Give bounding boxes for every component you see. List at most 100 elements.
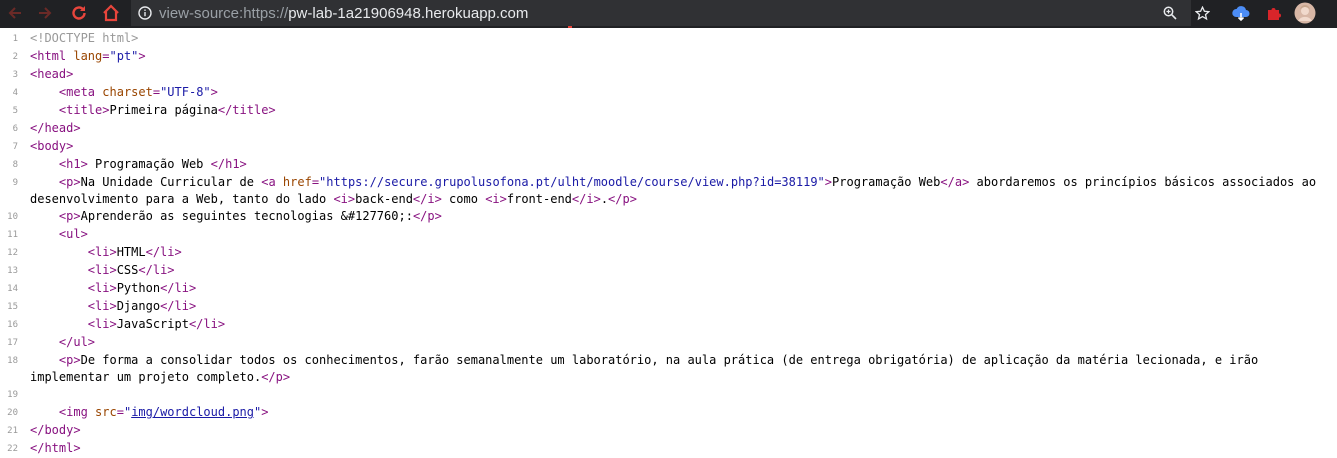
reload-button[interactable] (66, 0, 92, 26)
zoom-icon (1163, 6, 1177, 20)
source-line: 3<head> (0, 66, 1337, 84)
source-line: 11 <ul> (0, 226, 1337, 244)
address-bar[interactable]: view-source:https://pw-lab-1a21906948.he… (131, 0, 1191, 26)
extension-cloud-button[interactable] (1228, 0, 1254, 26)
arrow-right-icon (37, 5, 53, 21)
home-button[interactable] (98, 0, 124, 26)
code-token: Primeira página (109, 103, 217, 117)
profile-avatar-button[interactable] (1292, 0, 1318, 26)
code-token: Aprenderão as seguintes tecnologias &#12… (81, 209, 413, 223)
line-number: 10 (0, 208, 22, 226)
code-token: </li> (189, 317, 225, 331)
source-line: 9 <p>Na Unidade Curricular de <a href="h… (0, 174, 1337, 208)
code-token: <i> (333, 192, 355, 206)
code-token: = (153, 85, 160, 99)
code-token: </body> (30, 423, 81, 437)
forward-button[interactable] (32, 0, 58, 26)
line-content: </ul> (22, 334, 1337, 352)
code-token: <!DOCTYPE html> (30, 31, 138, 45)
source-line: 10 <p>Aprenderão as seguintes tecnologia… (0, 208, 1337, 226)
source-link[interactable]: img/wordcloud.png (131, 405, 254, 419)
source-line: 1<!DOCTYPE html> (0, 30, 1337, 48)
url-host: pw-lab-1a21906948.herokuapp.com (288, 5, 528, 22)
code-token (30, 263, 88, 277)
source-line: 15 <li>Django</li> (0, 298, 1337, 316)
code-token: <i> (485, 192, 507, 206)
line-number: 8 (0, 156, 22, 174)
code-token: <body> (30, 139, 73, 153)
line-content: <html lang="pt"> (22, 48, 1337, 66)
puzzle-icon (1266, 5, 1282, 21)
line-content: <li>HTML</li> (22, 244, 1337, 262)
code-token: . (601, 192, 608, 206)
line-number: 5 (0, 102, 22, 120)
line-content: <p>De forma a consolidar todos os conhec… (22, 352, 1337, 386)
code-token: "UTF-8" (160, 85, 211, 99)
code-token: </title> (218, 103, 276, 117)
code-token: De forma a consolidar todos os conhecime… (30, 353, 1265, 384)
code-token: </li> (160, 281, 196, 295)
info-icon (138, 6, 152, 20)
avatar (1294, 2, 1316, 24)
code-token: </li> (138, 263, 174, 277)
code-token: back-end (355, 192, 413, 206)
line-number: 7 (0, 138, 22, 156)
code-token: > (211, 85, 218, 99)
code-token: <li> (88, 317, 117, 331)
code-token: <li> (88, 299, 117, 313)
code-token: como (442, 192, 485, 206)
line-number: 18 (0, 352, 22, 386)
code-token: </p> (261, 370, 290, 384)
url-prefix: view-source:https:// (159, 5, 288, 22)
source-line: 12 <li>HTML</li> (0, 244, 1337, 262)
line-number: 15 (0, 298, 22, 316)
source-line: 16 <li>JavaScript</li> (0, 316, 1337, 334)
site-info-button[interactable] (131, 6, 159, 20)
code-token: <title> (59, 103, 110, 117)
extension-puzzle-button[interactable] (1261, 0, 1287, 26)
source-line: 22</html> (0, 440, 1337, 458)
source-line: 7 <body> (0, 138, 1337, 156)
home-icon (102, 4, 120, 22)
code-token: </i> (572, 192, 601, 206)
source-line: 19 (0, 386, 1337, 404)
code-token: <li> (88, 281, 117, 295)
code-token: Programação Web (832, 175, 940, 189)
zoom-button[interactable] (1157, 0, 1183, 26)
code-token: </li> (146, 245, 182, 259)
code-token: = (117, 405, 124, 419)
code-token: src (95, 405, 117, 419)
url-text: view-source:https://pw-lab-1a21906948.he… (159, 5, 528, 22)
line-number: 13 (0, 262, 22, 280)
line-content: <body> (22, 138, 1337, 156)
line-content: <li>Python</li> (22, 280, 1337, 298)
code-token (30, 335, 59, 349)
code-token: <ul> (59, 227, 88, 241)
code-token: > (261, 405, 268, 419)
line-number: 3 (0, 66, 22, 84)
line-content: <title>Primeira página</title> (22, 102, 1337, 120)
line-number: 17 (0, 334, 22, 352)
code-token (30, 175, 59, 189)
code-token: <li> (88, 263, 117, 277)
code-token: Django (117, 299, 160, 313)
source-line: 17 </ul> (0, 334, 1337, 352)
code-token: </p> (413, 209, 442, 223)
code-token: </p> (608, 192, 637, 206)
bookmark-star-button[interactable] (1189, 0, 1215, 26)
code-token (30, 227, 59, 241)
code-token: Python (117, 281, 160, 295)
arrow-left-icon (7, 5, 23, 21)
code-token: </ul> (59, 335, 95, 349)
reload-icon (70, 4, 88, 22)
star-icon (1195, 6, 1210, 21)
code-token (30, 209, 59, 223)
code-token: </html> (30, 441, 81, 455)
back-button[interactable] (2, 0, 28, 26)
code-token: <p> (59, 175, 81, 189)
code-token: JavaScript (117, 317, 189, 331)
code-token (30, 103, 59, 117)
line-number: 9 (0, 174, 22, 208)
code-token: = (312, 175, 319, 189)
line-number: 14 (0, 280, 22, 298)
